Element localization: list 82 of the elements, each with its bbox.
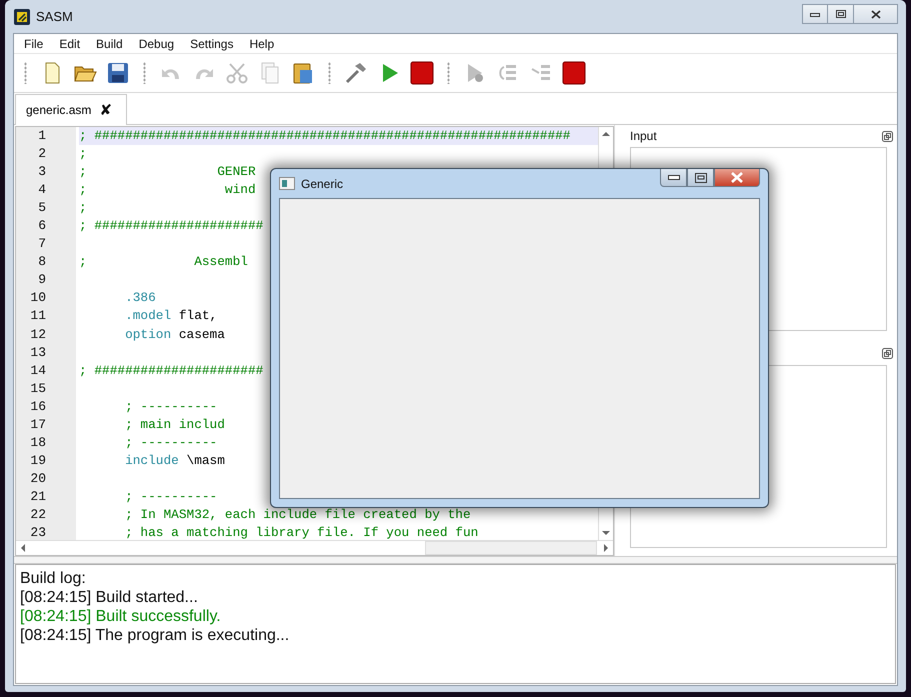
log-line: [08:24:15] The program is executing... (20, 626, 290, 645)
code-line: ; main includ (124, 416, 225, 432)
line-number: 2 (37, 145, 47, 164)
stop-tool-button[interactable] (560, 59, 588, 87)
code-line: ; (79, 146, 87, 162)
window-icon (279, 177, 295, 190)
code-line: .386 (124, 290, 156, 306)
menu-item[interactable]: Help (241, 36, 282, 50)
window-title: Generic (301, 176, 344, 190)
float-panel-icon[interactable] (882, 348, 893, 359)
line-number: 18 (29, 434, 47, 452)
menu-item[interactable]: File (16, 36, 52, 50)
window-title: SASM (36, 9, 73, 24)
code-line: ; wind (79, 182, 256, 198)
panel-title: Input (630, 129, 657, 143)
maximize-button[interactable] (828, 4, 854, 24)
scissors-icon (225, 61, 249, 85)
splitter-handle[interactable] (14, 556, 897, 564)
line-number: 22 (29, 506, 47, 524)
code-line: ; ---------- (124, 488, 218, 504)
code-line: ; GENER (79, 164, 256, 180)
line-number: 15 (29, 380, 47, 398)
line-number: 10 (29, 289, 47, 308)
line-number: 9 (37, 271, 47, 290)
stop-icon (410, 61, 434, 85)
line-number: 11 (29, 307, 47, 326)
code-line: ; ---------- (124, 434, 218, 450)
close-tab-button[interactable]: ✘ (99, 101, 112, 119)
code-line: .model flat, (124, 308, 218, 324)
minimize-button[interactable] (802, 4, 828, 24)
code-line: ; ###################### (79, 362, 264, 378)
close-button[interactable] (714, 169, 760, 187)
maximize-button[interactable] (687, 169, 714, 187)
float-panel-icon[interactable] (882, 130, 893, 142)
maximize-icon (694, 172, 706, 182)
close-icon (870, 10, 880, 18)
menu-item[interactable]: Debug (130, 36, 182, 50)
paste-icon (291, 61, 315, 85)
code-line: option casema (124, 326, 225, 342)
scrollbar-thumb[interactable] (425, 541, 597, 555)
line-number: 5 (37, 199, 47, 218)
line-number: 19 (29, 452, 47, 470)
menu-item[interactable]: Edit (51, 36, 88, 50)
file-tab[interactable]: generic.asm ✘ (15, 94, 128, 125)
minimize-icon (810, 11, 820, 17)
app-logo-icon (14, 8, 30, 24)
code-line: include \masm (124, 452, 225, 468)
line-number: 17 (29, 416, 47, 434)
hammer-icon (344, 61, 368, 85)
line-number: 13 (29, 344, 47, 362)
line-number: 14 (29, 362, 47, 380)
line-number: 4 (37, 181, 47, 200)
stop-icon (562, 61, 586, 85)
line-number: 12 (29, 326, 47, 344)
menu-item[interactable]: Build (88, 36, 131, 50)
line-number: 6 (37, 217, 47, 236)
log-line: [08:24:15] Built successfully. (20, 607, 222, 626)
log-line: Build log: (20, 569, 87, 588)
line-number: 20 (29, 470, 47, 488)
menu-item[interactable]: Settings (182, 36, 242, 50)
minimize-button[interactable] (660, 169, 687, 187)
stop-tool-button[interactable] (408, 59, 436, 87)
line-number: 23 (29, 524, 47, 540)
maximize-icon (836, 10, 846, 18)
code-line: ; (79, 200, 87, 216)
close-button[interactable] (854, 4, 898, 24)
code-line: ; has a matching library file. If you need fun (124, 525, 478, 540)
minimize-icon (668, 175, 680, 180)
code-line: ; Assembl (79, 254, 248, 270)
line-number: 21 (29, 488, 47, 506)
code-line: ; ---------- (124, 398, 218, 414)
code-line: ; ############################################################## (79, 128, 570, 143)
line-number: 3 (37, 163, 47, 182)
line-number: 1 (37, 127, 47, 145)
line-number: 7 (37, 235, 47, 254)
code-line: ; ###################### (79, 218, 264, 234)
line-number: 8 (37, 253, 47, 272)
program-window-dialog[interactable]: Generic (270, 168, 769, 508)
log-line: [08:24:15] Build started... (20, 588, 199, 607)
code-line: ; In MASM32, each include file created by the (124, 506, 471, 522)
close-icon (730, 172, 744, 183)
line-number: 16 (29, 398, 47, 416)
